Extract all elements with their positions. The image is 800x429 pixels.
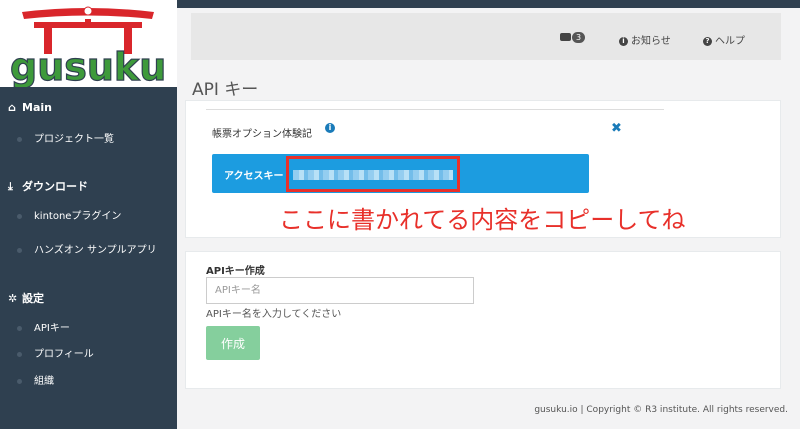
access-key-label: アクセスキー <box>224 171 284 182</box>
sidebar-item-kintone-plugin[interactable]: kintoneプラグイン <box>17 207 121 222</box>
access-key-value-highlight[interactable] <box>286 156 460 192</box>
access-key-value-blurred <box>293 170 453 180</box>
logo-area[interactable]: gusuku <box>0 0 177 87</box>
sidebar-item-organization[interactable]: 組織 <box>17 372 54 387</box>
inbox-button[interactable]: 3 <box>560 32 586 43</box>
api-key-name-input[interactable] <box>206 277 474 304</box>
input-help-text: APIキー名を入力してください <box>206 309 342 320</box>
create-key-panel <box>185 251 781 389</box>
sidebar-item-api-key[interactable]: APIキー <box>17 319 70 334</box>
bullet-icon <box>17 213 22 219</box>
bullet-icon <box>17 378 22 384</box>
divider <box>206 109 664 110</box>
gusuku-logo-icon: gusuku <box>9 6 167 87</box>
notice-link[interactable]: i お知らせ <box>619 32 671 47</box>
sidebar-section-download[interactable]: ⤓ ダウンロード <box>8 178 88 194</box>
sidebar-item-projects[interactable]: プロジェクト一覧 <box>17 130 114 145</box>
sidebar-section-main[interactable]: ⌂ Main <box>8 101 52 114</box>
question-circle-icon: ? <box>703 36 712 46</box>
create-button[interactable]: 作成 <box>206 326 260 360</box>
sidebar-item-handson-sample[interactable]: ハンズオン サンプルアプリ <box>17 241 157 256</box>
delete-key-icon[interactable]: ✖ <box>611 121 622 136</box>
api-key-name: 帳票オプション体験記 <box>212 129 312 140</box>
bullet-icon <box>17 351 22 357</box>
sidebar-section-settings[interactable]: ✲ 設定 <box>8 290 44 306</box>
gear-icon: ✲ <box>8 292 18 305</box>
help-link[interactable]: ? ヘルプ <box>703 32 745 47</box>
info-circle-icon: i <box>619 36 628 46</box>
inbox-icon <box>560 33 571 41</box>
create-key-label: APIキー作成 <box>206 266 265 277</box>
bullet-icon <box>17 325 22 331</box>
sidebar: gusuku ⌂ Main プロジェクト一覧 ⤓ ダウンロード kintoneプラグ… <box>0 0 177 429</box>
info-icon[interactable]: i <box>325 123 335 133</box>
annotation-text: ここに書かれてる内容をコピーしてね <box>279 206 686 234</box>
bullet-icon <box>17 247 22 253</box>
sidebar-item-profile[interactable]: プロフィール <box>17 345 94 360</box>
top-strip <box>177 0 800 8</box>
download-icon: ⤓ <box>8 180 13 193</box>
page-title: API キー <box>192 80 259 100</box>
home-icon: ⌂ <box>8 101 16 114</box>
top-navbar: 3 i お知らせ ? ヘルプ <box>191 13 781 60</box>
bullet-icon <box>17 136 22 142</box>
logo-text: gusuku <box>10 45 166 87</box>
inbox-count-badge: 3 <box>572 32 586 43</box>
footer-copyright: gusuku.io | Copyright © R3 institute. Al… <box>534 405 788 415</box>
